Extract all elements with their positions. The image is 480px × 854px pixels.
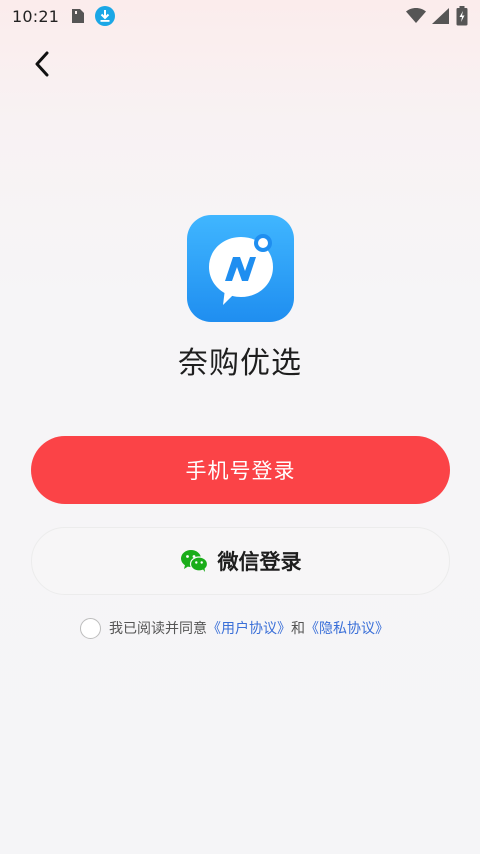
status-time: 10:21 bbox=[12, 6, 60, 26]
agreement-row: 我已阅读并同意 《用户协议》 和 《隐私协议》 bbox=[80, 617, 389, 639]
wifi-icon bbox=[406, 8, 426, 24]
signal-icon bbox=[432, 8, 450, 24]
app-logo-icon bbox=[187, 215, 294, 322]
wechat-login-button[interactable]: 微信登录 bbox=[31, 527, 450, 595]
user-agreement-link[interactable]: 《用户协议》 bbox=[207, 618, 291, 638]
status-bar: 10:21 bbox=[0, 0, 480, 32]
battery-charging-icon bbox=[456, 6, 468, 26]
privacy-policy-link[interactable]: 《隐私协议》 bbox=[305, 618, 389, 638]
agree-checkbox[interactable] bbox=[80, 617, 101, 639]
phone-login-label: 手机号登录 bbox=[185, 459, 296, 483]
wechat-icon bbox=[180, 549, 208, 573]
sim-card-icon bbox=[71, 8, 85, 24]
back-button[interactable] bbox=[24, 46, 60, 82]
agreement-prefix: 我已阅读并同意 bbox=[109, 621, 207, 637]
app-name: 奈购优选 bbox=[178, 346, 302, 381]
wechat-login-label: 微信登录 bbox=[217, 550, 302, 574]
agreement-conjunction: 和 bbox=[291, 621, 305, 637]
chevron-left-icon bbox=[34, 51, 50, 77]
download-icon bbox=[95, 6, 116, 26]
phone-login-button[interactable]: 手机号登录 bbox=[31, 436, 450, 504]
